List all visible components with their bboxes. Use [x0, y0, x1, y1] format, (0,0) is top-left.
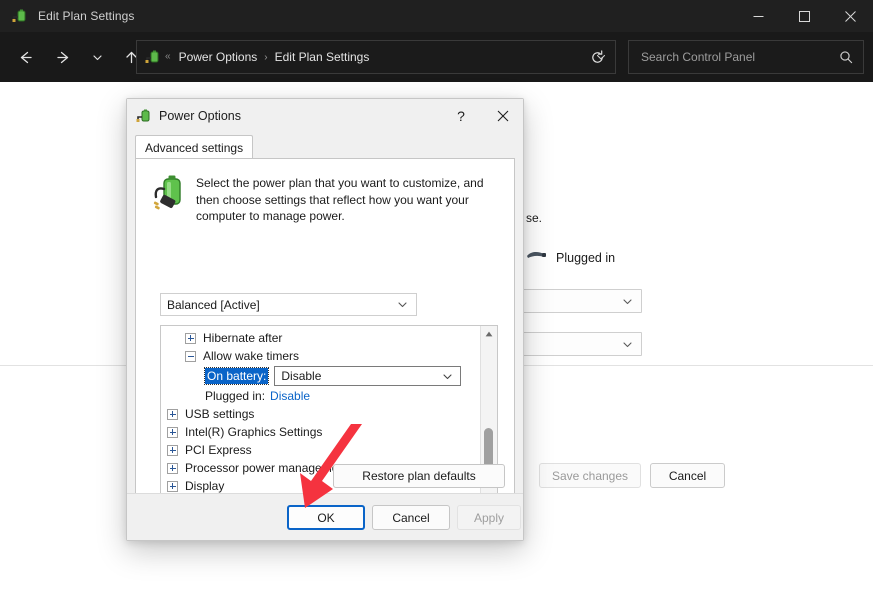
- dialog-title: Power Options: [159, 109, 241, 123]
- dialog-help-button[interactable]: ?: [443, 99, 479, 132]
- breadcrumb-separator-icon: ›: [264, 52, 267, 63]
- chevron-down-icon: [442, 371, 453, 382]
- back-button[interactable]: [8, 40, 42, 74]
- power-options-dialog: Power Options ? Advanced settings Select: [126, 98, 524, 541]
- expand-plus-icon[interactable]: [167, 463, 178, 474]
- plug-icon: [525, 248, 547, 267]
- window-controls: [735, 0, 873, 32]
- dialog-tabstrip: Advanced settings: [135, 135, 515, 159]
- expand-plus-icon[interactable]: [167, 481, 178, 492]
- tree-node-pci-express[interactable]: PCI Express: [161, 441, 481, 459]
- window-titlebar: Edit Plan Settings: [0, 0, 873, 32]
- tree-node-label: PCI Express: [185, 443, 252, 457]
- plugged-in-setting-label: Plugged in:: [205, 389, 265, 403]
- dialog-intro-text: Select the power plan that you want to c…: [196, 173, 502, 225]
- dialog-footer: OK Cancel Apply: [127, 493, 523, 540]
- tab-advanced-settings[interactable]: Advanced settings: [135, 135, 253, 159]
- tree-node-label: Hibernate after: [203, 331, 282, 345]
- chevron-down-icon: [397, 299, 408, 310]
- minimize-button[interactable]: [735, 0, 781, 32]
- address-bar[interactable]: « Power Options › Edit Plan Settings: [136, 40, 616, 74]
- breadcrumb-overflow-icon[interactable]: «: [165, 52, 171, 62]
- address-power-options-icon: [145, 49, 161, 65]
- search-icon[interactable]: [839, 50, 853, 64]
- tree-node-allow-wake-timers[interactable]: Allow wake timers: [161, 347, 481, 365]
- background-cancel-button[interactable]: Cancel: [650, 463, 725, 488]
- collapse-minus-icon[interactable]: [185, 351, 196, 362]
- expand-plus-icon[interactable]: [167, 445, 178, 456]
- close-button[interactable]: [827, 0, 873, 32]
- power-plan-value: Balanced [Active]: [167, 298, 260, 312]
- tree-node-intel-graphics-settings[interactable]: Intel(R) Graphics Settings: [161, 423, 481, 441]
- tree-node-usb-settings[interactable]: USB settings: [161, 405, 481, 423]
- expand-plus-icon[interactable]: [167, 409, 178, 420]
- breadcrumb-power-options[interactable]: Power Options: [176, 48, 261, 66]
- plugged-in-column-header: Plugged in: [525, 248, 615, 267]
- expand-plus-icon[interactable]: [167, 427, 178, 438]
- refresh-button[interactable]: [578, 40, 616, 74]
- plugged-in-setting-value[interactable]: Disable: [270, 389, 310, 403]
- background-partial-text: se.: [526, 211, 542, 225]
- on-battery-value: Disable: [281, 369, 321, 383]
- search-input[interactable]: [639, 49, 839, 65]
- search-box[interactable]: [628, 40, 864, 74]
- restore-plan-defaults-button[interactable]: Restore plan defaults: [333, 464, 505, 488]
- chevron-down-icon: [622, 339, 633, 350]
- battery-plug-icon: [150, 173, 192, 217]
- dialog-titlebar: Power Options ?: [127, 99, 523, 132]
- breadcrumb-edit-plan-settings[interactable]: Edit Plan Settings: [272, 48, 373, 66]
- power-plan-combobox[interactable]: Balanced [Active]: [160, 293, 417, 316]
- expand-plus-icon[interactable]: [185, 333, 196, 344]
- recent-locations-chevron-down-icon[interactable]: [84, 40, 110, 74]
- plugged-in-label: Plugged in: [556, 251, 615, 265]
- tree-node-label: Allow wake timers: [203, 349, 299, 363]
- dialog-close-icon[interactable]: [485, 99, 521, 132]
- dialog-cancel-button[interactable]: Cancel: [372, 505, 450, 530]
- on-battery-row: On battery: Disable: [161, 365, 481, 387]
- tree-node-label: USB settings: [185, 407, 254, 421]
- dialog-power-options-icon: [136, 108, 152, 124]
- power-options-icon: [12, 8, 28, 24]
- on-battery-label: On battery:: [205, 368, 268, 384]
- plugged-in-row: Plugged in: Disable: [161, 387, 481, 405]
- on-battery-combobox[interactable]: Disable: [274, 366, 461, 386]
- forward-button[interactable]: [46, 40, 80, 74]
- apply-button[interactable]: Apply: [457, 505, 521, 530]
- advanced-settings-panel: Select the power plan that you want to c…: [135, 158, 515, 498]
- window-title: Edit Plan Settings: [38, 9, 135, 23]
- dialog-intro-row: Select the power plan that you want to c…: [150, 173, 502, 225]
- tree-node-label: Processor power management: [185, 461, 348, 475]
- maximize-button[interactable]: [781, 0, 827, 32]
- tree-node-label: Intel(R) Graphics Settings: [185, 425, 322, 439]
- save-changes-button[interactable]: Save changes: [539, 463, 641, 488]
- scroll-up-arrow-icon[interactable]: [481, 326, 497, 342]
- tree-node-label: Display: [185, 479, 224, 493]
- chevron-down-icon: [622, 296, 633, 307]
- ok-button[interactable]: OK: [287, 505, 365, 530]
- tree-node-hibernate-after[interactable]: Hibernate after: [161, 329, 481, 347]
